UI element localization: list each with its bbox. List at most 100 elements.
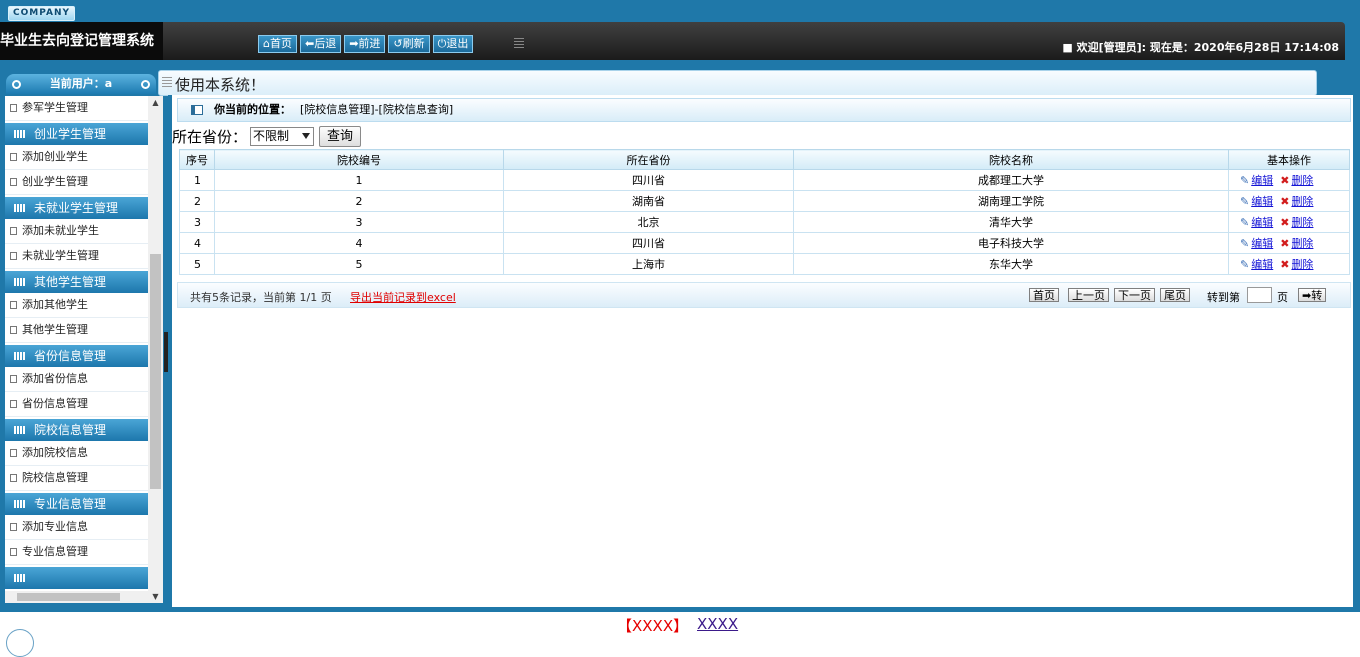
main-content: 你当前的位置： [院校信息管理]-[院校信息查询] 所在省份： 不限制 查询 序… [172,95,1353,607]
cell-province: 湖南省 [503,190,794,212]
menu-head-school-info[interactable]: 院校信息管理 [5,419,148,441]
forward-button[interactable]: ➡前进 [344,35,386,53]
menu-item-add-unemployed-student[interactable]: 添加未就业学生 [5,219,148,244]
menu-item-add-major[interactable]: 添加专业信息 [5,515,148,540]
menu-head-startup-students[interactable]: 创业学生管理 [5,123,148,145]
edit-link[interactable]: 编辑 [1251,258,1273,271]
menu-head-partial[interactable] [5,567,148,589]
delete-link[interactable]: 删除 [1291,258,1313,271]
export-excel-link[interactable]: 导出当前记录到excel [350,289,456,305]
edit-link[interactable]: 编辑 [1251,195,1273,208]
column-header-actions: 基本操作 [1228,149,1350,170]
cell-index: 4 [179,232,215,254]
cell-actions: ✎ 编辑 ✖ 删除 [1228,169,1350,191]
cell-province: 上海市 [503,253,794,275]
delete-link[interactable]: 删除 [1291,237,1313,250]
forward-label: 前进 [358,37,381,50]
footer-link[interactable]: XXXX [697,615,738,633]
menu-item-add-other-student[interactable]: 添加其他学生 [5,293,148,318]
cell-index: 1 [179,169,215,191]
pencil-icon: ✎ [1240,258,1250,271]
scroll-up-icon[interactable]: ▲ [148,98,163,107]
content-frame: 你当前的位置： [院校信息管理]-[院校信息查询] 所在省份： 不限制 查询 序… [168,95,1360,612]
menu-head-major-info[interactable]: 专业信息管理 [5,493,148,515]
welcome-status: ■ 欢迎[管理员]: 现在是：2020年6月28日 17:14:08 [1062,41,1339,54]
menu-head-province-info[interactable]: 省份信息管理 [5,345,148,367]
nav-toolbar: ⌂首页 ⬅后退 ➡前进 ↺刷新 ⏻退出 [258,35,474,53]
menu-item-add-startup-student[interactable]: 添加创业学生 [5,145,148,170]
goto-page-input[interactable] [1247,287,1272,303]
menu-item-unemployed-students[interactable]: 未就业学生管理 [5,244,148,269]
delete-x-icon: ✖ [1280,195,1290,208]
edit-link[interactable]: 编辑 [1251,174,1273,187]
delete-x-icon: ✖ [1280,216,1290,229]
ring-right-icon [141,80,150,89]
province-select-value: 不限制 [253,129,290,143]
menu-item-major-info[interactable]: 专业信息管理 [5,540,148,565]
edit-link[interactable]: 编辑 [1251,237,1273,250]
menu-item-school-info[interactable]: 院校信息管理 [5,466,148,491]
current-user-caption: 当前用户：a [6,74,156,94]
menu-item-startup-students[interactable]: 创业学生管理 [5,170,148,195]
menu-item-other-students[interactable]: 其他学生管理 [5,318,148,343]
prev-page-button[interactable]: 上一页 [1068,288,1109,302]
school-table: 序号 院校编号 所在省份 院校名称 基本操作 1 1 四川省 成都理工大学 ✎ 编… [179,149,1350,275]
edit-link[interactable]: 编辑 [1251,216,1273,229]
refresh-button[interactable]: ↺刷新 [388,35,430,53]
goto-button[interactable]: ➡转 [1298,288,1327,302]
back-icon: ⬅ [304,37,315,50]
first-page-button[interactable]: 首页 [1029,288,1059,302]
menu-item-add-school[interactable]: 添加院校信息 [5,441,148,466]
pencil-icon: ✎ [1240,216,1250,229]
delete-x-icon: ✖ [1280,174,1290,187]
logout-button[interactable]: ⏻退出 [432,35,474,53]
cell-province: 北京 [503,211,794,233]
hscroll-thumb[interactable] [17,593,120,601]
sidebar-horizontal-scrollbar[interactable] [5,591,148,603]
cell-name: 电子科技大学 [793,232,1229,254]
table-row: 3 3 北京 清华大学 ✎ 编辑 ✖ 删除 [179,211,1350,233]
footer-brand-text: 【XXXX】 [617,617,689,635]
notice-text: 使用本系统！ [175,76,266,94]
pager-bar: 共有5条记录，当前第 1/1 页 导出当前记录到excel 首页 上一页 下一页… [177,282,1351,308]
cell-actions: ✎ 编辑 ✖ 删除 [1228,232,1350,254]
cell-code: 3 [214,211,504,233]
cell-actions: ✎ 编辑 ✖ 删除 [1228,211,1350,233]
chevron-down-icon [302,133,310,139]
record-summary: 共有5条记录，当前第 1/1 页 [190,291,332,304]
breadcrumb-path: [院校信息管理]-[院校信息查询] [300,103,454,116]
breadcrumb-label: 你当前的位置： [214,103,291,116]
menu-head-unemployed-students[interactable]: 未就业学生管理 [5,197,148,219]
last-page-button[interactable]: 尾页 [1160,288,1190,302]
sidebar-vertical-scrollbar[interactable]: ▲ ▼ [148,96,163,603]
toolbar-grip-icon [514,38,524,48]
menu-item-province-info[interactable]: 省份信息管理 [5,392,148,417]
back-button[interactable]: ⬅后退 [299,35,342,53]
delete-x-icon: ✖ [1280,258,1290,271]
delete-link[interactable]: 删除 [1291,174,1313,187]
menu-item-army-students[interactable]: 参军学生管理 [5,96,148,121]
refresh-icon: ↺ [393,37,403,50]
column-header-province: 所在省份 [503,149,794,170]
delete-link[interactable]: 删除 [1291,216,1313,229]
scroll-thumb[interactable] [150,254,161,489]
menu-head-other-students[interactable]: 其他学生管理 [5,271,148,293]
menu-item-add-province[interactable]: 添加省份信息 [5,367,148,392]
query-button[interactable]: 查询 [319,126,361,147]
cell-actions: ✎ 编辑 ✖ 删除 [1228,253,1350,275]
ring-left-icon [12,80,21,89]
back-label: 后退 [314,37,337,50]
location-icon [191,105,203,115]
next-page-button[interactable]: 下一页 [1114,288,1155,302]
pencil-icon: ✎ [1240,237,1250,250]
company-logo: COMPANY [8,6,75,21]
cell-name: 成都理工大学 [793,169,1229,191]
delete-link[interactable]: 删除 [1291,195,1313,208]
table-row: 5 5 上海市 东华大学 ✎ 编辑 ✖ 删除 [179,253,1350,275]
sidebar-menu: 参军学生管理 创业学生管理 添加创业学生 创业学生管理 未就业学生管理 添加未就… [5,96,148,603]
cell-code: 1 [214,169,504,191]
scroll-down-icon[interactable]: ▼ [148,592,163,601]
province-select[interactable]: 不限制 [250,127,314,146]
cell-code: 5 [214,253,504,275]
home-button[interactable]: ⌂首页 [258,35,297,53]
